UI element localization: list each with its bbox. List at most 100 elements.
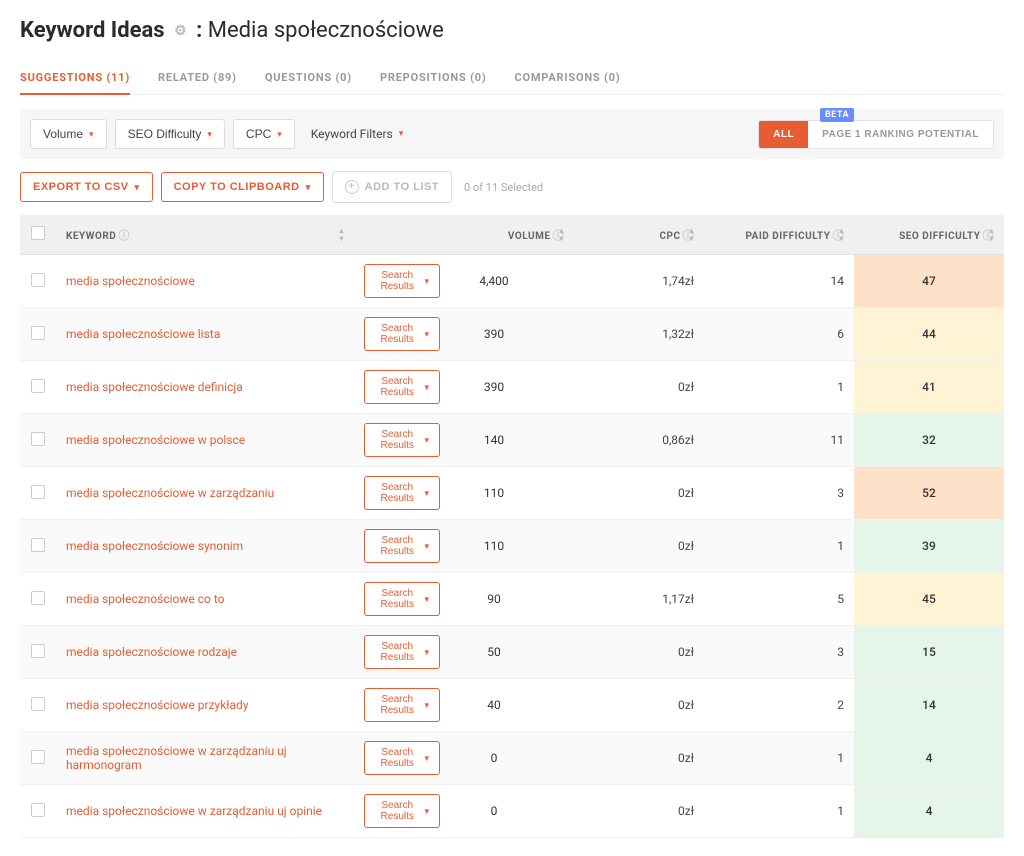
filter-volume[interactable]: Volume▾	[30, 119, 107, 149]
chevron-down-icon: ▾	[89, 129, 94, 140]
filter-seo-difficulty[interactable]: SEO Difficulty▾	[115, 119, 225, 149]
cell-paid-difficulty: 11	[704, 414, 854, 467]
tab-4[interactable]: COMPARISONS (0)	[515, 65, 621, 94]
cell-volume: 0	[444, 732, 574, 785]
cell-paid-difficulty: 1	[704, 361, 854, 414]
col-volume[interactable]: VOLUMEⓘ▴▾	[444, 215, 574, 255]
cell-cpc: 0zł	[574, 679, 704, 732]
actions-row: EXPORT TO CSV▾ COPY TO CLIPBOARD▾ +ADD T…	[20, 171, 1004, 203]
col-paid-difficulty[interactable]: PAID DIFFICULTYⓘ▴▾	[704, 215, 854, 255]
row-checkbox[interactable]	[31, 750, 45, 764]
keyword-link[interactable]: media społecznościowe w zarządzaniu uj h…	[66, 744, 287, 772]
table-row: media społecznościowe w polsce Search Res…	[20, 414, 1004, 467]
cell-cpc: 0zł	[574, 785, 704, 838]
chevron-down-icon: ▾	[207, 129, 212, 140]
copy-clipboard-button[interactable]: COPY TO CLIPBOARD▾	[161, 172, 324, 202]
row-checkbox[interactable]	[31, 803, 45, 817]
cell-paid-difficulty: 1	[704, 732, 854, 785]
table-row: media społecznościowe przykłady Search Re…	[20, 679, 1004, 732]
keyword-link[interactable]: media społecznościowe w polsce	[66, 433, 245, 447]
row-checkbox[interactable]	[31, 591, 45, 605]
row-checkbox[interactable]	[31, 538, 45, 552]
cell-seo-difficulty: 4	[854, 785, 1004, 838]
search-results-button[interactable]: Search Results ▾	[364, 370, 440, 404]
page-title: Keyword Ideas ⚙ : Media społecznościowe	[20, 18, 1004, 43]
search-results-button[interactable]: Search Results ▾	[364, 317, 440, 351]
col-keyword[interactable]: KEYWORDⓘ▴▾	[56, 215, 354, 255]
row-checkbox[interactable]	[31, 379, 45, 393]
toggle-page1[interactable]: PAGE 1 RANKING POTENTIAL	[808, 121, 993, 148]
keyword-link[interactable]: media społecznościowe w zarządzaniu uj o…	[66, 804, 322, 818]
cell-paid-difficulty: 3	[704, 626, 854, 679]
filters-row: Volume▾ SEO Difficulty▾ CPC▾ Keyword Fil…	[20, 109, 1004, 159]
cell-paid-difficulty: 3	[704, 467, 854, 520]
keyword-link[interactable]: media społecznościowe lista	[66, 327, 220, 341]
cell-cpc: 0zł	[574, 626, 704, 679]
keyword-link[interactable]: media społecznościowe w zarządzaniu	[66, 486, 274, 500]
tab-3[interactable]: PREPOSITIONS (0)	[380, 65, 487, 94]
keyword-link[interactable]: media społecznościowe przykłady	[66, 698, 249, 712]
row-checkbox[interactable]	[31, 326, 45, 340]
search-results-button[interactable]: Search Results ▾	[364, 264, 440, 298]
cell-volume: 390	[444, 361, 574, 414]
cell-seo-difficulty: 14	[854, 679, 1004, 732]
search-results-button[interactable]: Search Results ▾	[364, 423, 440, 457]
chevron-down-icon: ▾	[424, 647, 429, 658]
table-row: media społecznościowe co to Search Result…	[20, 573, 1004, 626]
cell-volume: 40	[444, 679, 574, 732]
cell-cpc: 1,17zł	[574, 573, 704, 626]
search-results-button[interactable]: Search Results ▾	[364, 741, 440, 775]
keyword-filters[interactable]: Keyword Filters▾	[311, 127, 403, 141]
col-cpc[interactable]: CPCⓘ▴▾	[574, 215, 704, 255]
row-checkbox[interactable]	[31, 432, 45, 446]
search-results-button[interactable]: Search Results ▾	[364, 476, 440, 510]
table-row: media społecznościowe w zarządzaniu uj o…	[20, 785, 1004, 838]
chevron-down-icon: ▾	[424, 435, 429, 446]
keyword-link[interactable]: media społecznościowe co to	[66, 592, 225, 606]
results-table: KEYWORDⓘ▴▾ VOLUMEⓘ▴▾ CPCⓘ▴▾ PAID DIFFICU…	[20, 215, 1004, 838]
chevron-down-icon: ▾	[424, 329, 429, 340]
tab-0[interactable]: SUGGESTIONS (11)	[20, 65, 130, 94]
add-to-list-button[interactable]: +ADD TO LIST	[332, 171, 452, 203]
filter-cpc[interactable]: CPC▾	[233, 119, 295, 149]
tabs: SUGGESTIONS (11) RELATED (89) QUESTIONS (0…	[20, 65, 1004, 95]
row-checkbox[interactable]	[31, 273, 45, 287]
select-all-checkbox[interactable]	[31, 226, 45, 240]
tab-2[interactable]: QUESTIONS (0)	[265, 65, 352, 94]
keyword-link[interactable]: media społecznościowe synonim	[66, 539, 243, 553]
cell-cpc: 0zł	[574, 361, 704, 414]
tab-1[interactable]: RELATED (89)	[158, 65, 237, 94]
cell-volume: 4,400	[444, 255, 574, 308]
search-results-button[interactable]: Search Results ▾	[364, 635, 440, 669]
cell-paid-difficulty: 14	[704, 255, 854, 308]
title-subject: Media społecznościowe	[208, 18, 444, 43]
cell-cpc: 0,86zł	[574, 414, 704, 467]
table-row: media społecznościowe synonim Search Resu…	[20, 520, 1004, 573]
keyword-link[interactable]: media społecznościowe	[66, 274, 195, 288]
export-csv-button[interactable]: EXPORT TO CSV▾	[20, 172, 153, 202]
sort-icon: ▴▾	[559, 227, 564, 243]
toggle-all[interactable]: ALL	[759, 121, 808, 148]
beta-badge: BETA	[820, 108, 854, 122]
keyword-link[interactable]: media społecznościowe definicja	[66, 380, 243, 394]
chevron-down-icon: ▾	[424, 276, 429, 287]
row-checkbox[interactable]	[31, 644, 45, 658]
search-results-button[interactable]: Search Results ▾	[364, 529, 440, 563]
chevron-down-icon: ▾	[424, 382, 429, 393]
search-results-button[interactable]: Search Results ▾	[364, 794, 440, 828]
keyword-link[interactable]: media społecznościowe rodzaje	[66, 645, 237, 659]
search-results-button[interactable]: Search Results ▾	[364, 582, 440, 616]
row-checkbox[interactable]	[31, 485, 45, 499]
cell-paid-difficulty: 5	[704, 573, 854, 626]
search-results-button[interactable]: Search Results ▾	[364, 688, 440, 722]
cell-seo-difficulty: 47	[854, 255, 1004, 308]
cell-seo-difficulty: 15	[854, 626, 1004, 679]
cell-cpc: 1,74zł	[574, 255, 704, 308]
row-checkbox[interactable]	[31, 697, 45, 711]
sort-icon: ▴▾	[989, 227, 994, 243]
sort-icon: ▴▾	[839, 227, 844, 243]
col-seo-difficulty[interactable]: SEO DIFFICULTYⓘ▴▾	[854, 215, 1004, 255]
cell-paid-difficulty: 1	[704, 785, 854, 838]
gear-icon[interactable]: ⚙	[174, 23, 187, 39]
chevron-down-icon: ▾	[424, 594, 429, 605]
